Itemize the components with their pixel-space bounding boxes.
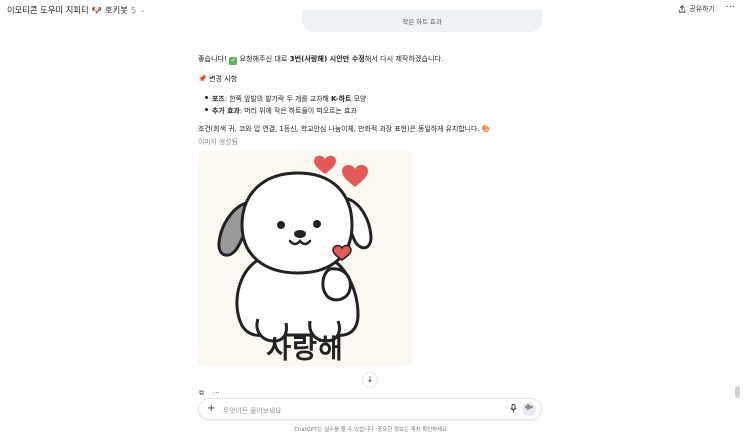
left-eye: [277, 221, 285, 229]
image-status: 이미지 생성됨: [198, 138, 238, 146]
heart-icon: [314, 155, 336, 174]
chevron-down-icon: ⌄: [140, 6, 146, 14]
generated-image[interactable]: 사랑해: [198, 151, 412, 366]
title-emoji: 🐶: [91, 4, 102, 15]
changes-heading-text: 변경 사항: [206, 74, 238, 83]
changes-heading: 📌 변경 사항: [198, 74, 558, 84]
share-icon: [679, 5, 686, 13]
pin-icon: 📌: [198, 75, 207, 83]
list-item: 추가 효과: 머리 위에 작은 하트들이 떠오르는 효과: [204, 105, 366, 117]
disclaimer: ChatGPT는 실수를 할 수 있습니다. 중요한 정보는 재차 확인하세요.: [294, 427, 449, 433]
voice-mode-button[interactable]: [522, 402, 536, 416]
change-text: : 머리 위에 작은 하트들이 떠오르는 효과: [239, 107, 357, 115]
waveform-icon: [525, 404, 533, 410]
change-label: 포즈: [212, 95, 225, 103]
assistant-intro: 좋습니다! ✓ 요청해주신 대로 3번(사랑해) 시안만 수정해서 다시 제작하…: [198, 54, 558, 65]
message-composer[interactable]: + 무엇이든 물어보세요: [198, 398, 542, 420]
change-label: 추가 효과: [212, 107, 240, 115]
share-label: 공유하기: [689, 5, 715, 13]
user-message-bubble: 작은 하트 효과: [302, 10, 542, 32]
change-bold: K-하트: [331, 95, 352, 103]
message-input[interactable]: 무엇이든 물어보세요: [223, 405, 281, 415]
list-item: 포즈: 한쪽 앞발의 발가락 두 개를 교차해 K-하트 모양: [204, 93, 367, 105]
paw: [321, 267, 352, 302]
scrollbar-thumb[interactable]: [735, 386, 740, 398]
more-actions-icon[interactable]: ···: [213, 389, 220, 398]
right-eye: [313, 220, 321, 228]
puppy-head: [240, 171, 354, 275]
message-actions: ⧉ ···: [199, 389, 220, 398]
change-text2: 모양: [351, 95, 367, 103]
user-message-text: 작은 하트 효과: [402, 18, 442, 26]
intro-mid: 요청해주신 대로: [237, 54, 290, 63]
changes-list: 포즈: 한쪽 앞발의 발가락 두 개를 교차해 K-하트 모양 추가 효과: 머…: [204, 93, 367, 117]
model-name: 호키봇: [104, 5, 128, 15]
model-version: 5: [130, 5, 137, 15]
heart-icon: [342, 165, 368, 187]
share-button[interactable]: 공유하기: [678, 4, 715, 14]
more-options-button[interactable]: ···: [725, 2, 735, 13]
title-text: 이모티콘 도우미 지피티: [7, 5, 89, 15]
image-caption: 사랑해: [266, 334, 344, 365]
copy-icon[interactable]: ⧉: [199, 389, 204, 398]
nose: [294, 230, 306, 238]
intro-post: 해서 다시 제작하겠습니다.: [364, 54, 444, 63]
add-attachment-button[interactable]: +: [207, 403, 215, 414]
microphone-icon[interactable]: [510, 404, 517, 415]
keep-note: 조건(회색 귀, 코와 입 연결, 1등신, 학교안심 나눔이체, 만화적 과장…: [198, 125, 491, 133]
scroll-down-button[interactable]: ↓: [362, 372, 378, 388]
intro-bold: 3번(사랑해) 시안만 수정: [289, 54, 365, 63]
intro-pre: 좋습니다!: [198, 54, 230, 63]
change-text: : 한쪽 앞발의 발가락 두 개를 교차해: [224, 95, 332, 103]
conversation-title[interactable]: 이모티콘 도우미 지피티 🐶 호키봇 5 ⌄: [7, 4, 145, 16]
